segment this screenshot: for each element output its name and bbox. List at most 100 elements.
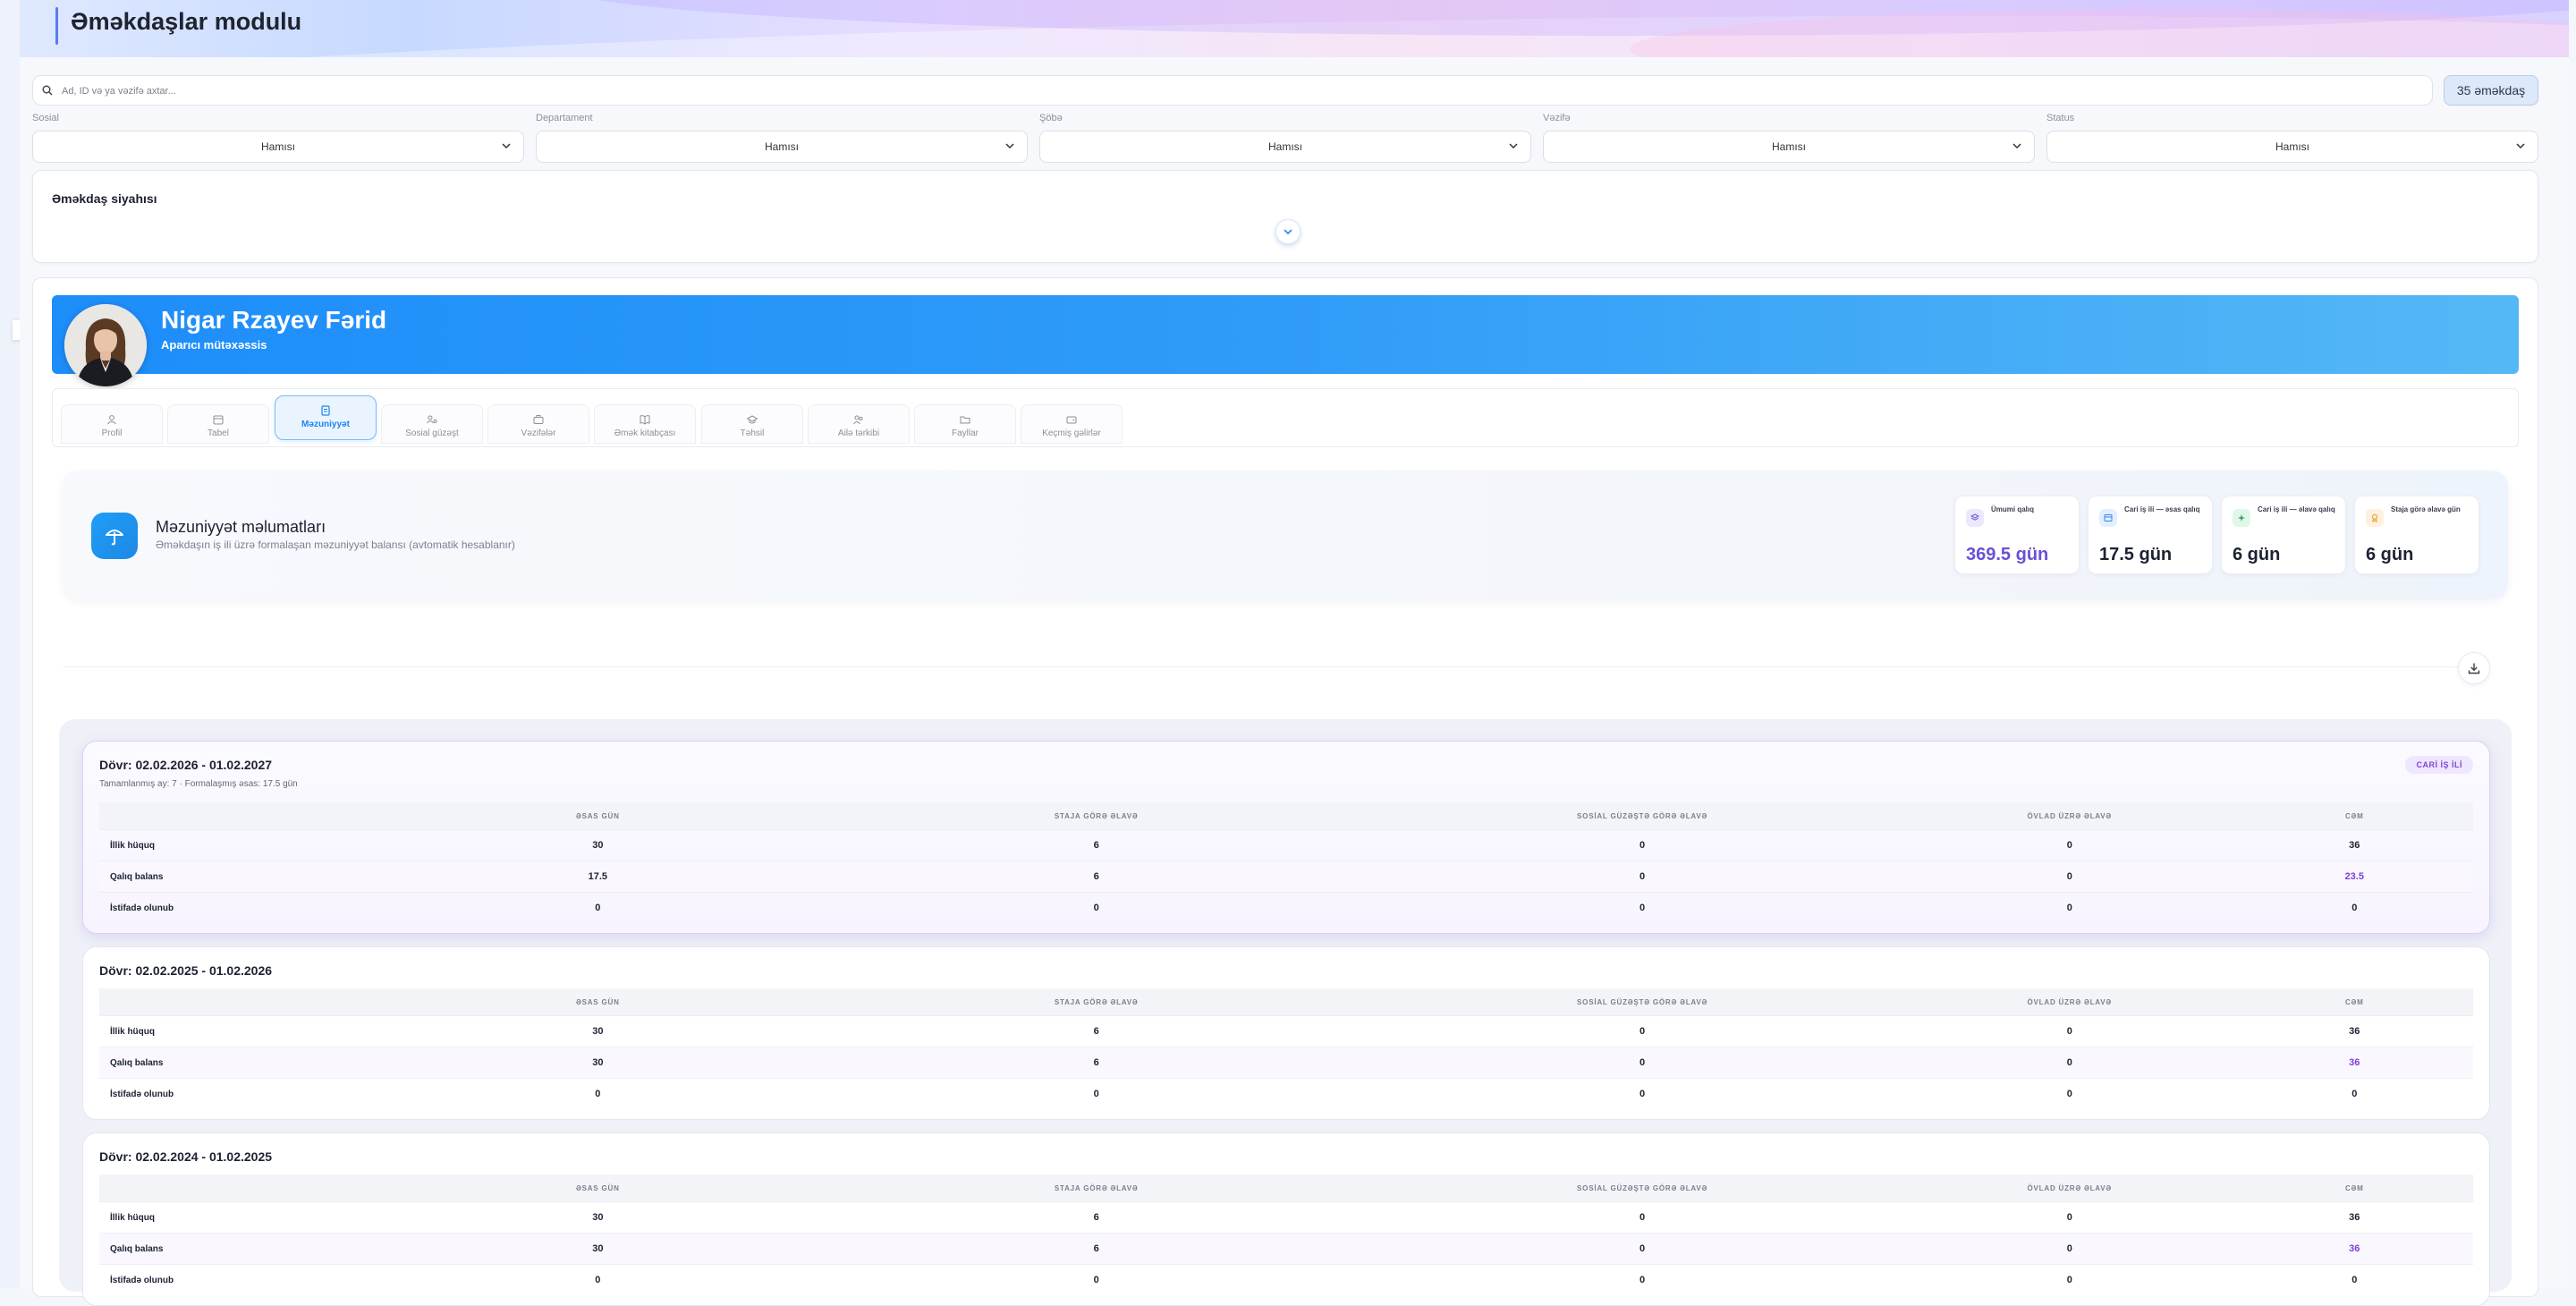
tab-4[interactable]: Vəzifələr bbox=[487, 404, 589, 444]
sidebar-strip bbox=[0, 0, 20, 1288]
filter-label: Status bbox=[2046, 113, 2075, 123]
umbrella-icon bbox=[106, 530, 123, 546]
tab-7[interactable]: Ailə tərkibi bbox=[808, 404, 910, 444]
table-cell: 6 bbox=[811, 1047, 1382, 1079]
table-cell: 0 bbox=[1381, 1015, 1904, 1047]
filter-select[interactable]: Hamısı bbox=[536, 131, 1028, 163]
table-cell: 30 bbox=[384, 1047, 812, 1079]
tab-label: Fayllar bbox=[951, 428, 979, 438]
table-cell: 0 bbox=[1903, 829, 2236, 861]
filter-select[interactable]: Hamısı bbox=[1039, 131, 1531, 163]
stat-value: 369.5 gün bbox=[1966, 545, 2049, 564]
column-header bbox=[99, 802, 385, 830]
award-icon bbox=[2366, 509, 2384, 527]
filter-select[interactable]: Hamısı bbox=[2046, 131, 2538, 163]
leave-table: ƏSAS GÜN STAJA GÖRƏ ƏLAVƏ SOSİAL GÜZƏŞTƏ G… bbox=[99, 1175, 2473, 1295]
download-icon bbox=[2468, 663, 2480, 674]
table-row: Qalıq balans 30 6 0 0 36 bbox=[99, 1047, 2473, 1079]
tab-label: Təhsil bbox=[740, 428, 765, 438]
table-cell: 36 bbox=[2235, 1015, 2473, 1047]
tab-5[interactable]: Əmək kitabçası bbox=[594, 404, 696, 444]
table-cell: 0 bbox=[2235, 1264, 2473, 1295]
table-cell: 30 bbox=[384, 1015, 812, 1047]
expand-list-button[interactable] bbox=[1275, 219, 1301, 244]
tab-label: Məzuniyyət bbox=[301, 420, 350, 429]
table-cell: 17.5 bbox=[384, 861, 812, 893]
tab-6[interactable]: Təhsil bbox=[701, 404, 803, 444]
chevron-down-icon bbox=[2012, 143, 2021, 149]
book-icon bbox=[640, 415, 650, 425]
table-cell: 0 bbox=[1381, 1047, 1904, 1079]
tab-label: Vəzifələr bbox=[521, 428, 556, 438]
table-cell: 36 bbox=[2235, 1201, 2473, 1234]
search-field[interactable] bbox=[32, 75, 2433, 106]
table-row: Qalıq balans 30 6 0 0 36 bbox=[99, 1233, 2473, 1265]
table-cell: 0 bbox=[1903, 1078, 2236, 1109]
stat-card-2: Cari iş ili — əlavə qalıq 6 gün bbox=[2221, 496, 2346, 574]
current-year-badge: CARİ İŞ İLİ bbox=[2405, 756, 2473, 774]
filter-select[interactable]: Hamısı bbox=[1543, 131, 2035, 163]
stat-value: 6 gün bbox=[2366, 545, 2414, 564]
calendar-icon bbox=[213, 415, 224, 425]
tab-8[interactable]: Fayllar bbox=[914, 404, 1016, 444]
tab-label: Tabel bbox=[208, 428, 229, 438]
period-title: Dövr: 02.02.2025 - 01.02.2026 bbox=[99, 963, 273, 978]
row-label: İllik hüquq bbox=[99, 1201, 385, 1234]
stat-card-3: Staja görə əlavə gün 6 gün bbox=[2354, 496, 2479, 574]
row-label: Qalıq balans bbox=[99, 861, 385, 893]
column-header: CƏM bbox=[2235, 802, 2473, 830]
period-title: Dövr: 02.02.2024 - 01.02.2025 bbox=[99, 1149, 273, 1164]
leave-table: ƏSAS GÜN STAJA GÖRƏ ƏLAVƏ SOSİAL GÜZƏŞTƏ G… bbox=[99, 802, 2473, 923]
tab-2[interactable]: Məzuniyyət bbox=[275, 395, 377, 440]
filter-2: Şöbə Hamısı bbox=[1039, 113, 1531, 163]
download-button[interactable] bbox=[2458, 652, 2490, 684]
filter-select[interactable]: Hamısı bbox=[32, 131, 524, 163]
table-cell: 0 bbox=[384, 1264, 812, 1295]
table-cell: 0 bbox=[384, 892, 812, 923]
stat-label: Cari iş ili — əlavə qalıq bbox=[2258, 505, 2335, 513]
table-row: İllik hüquq 30 6 0 0 36 bbox=[99, 1201, 2473, 1234]
table-row: İllik hüquq 30 6 0 0 36 bbox=[99, 1015, 2473, 1047]
table-cell: 0 bbox=[1381, 1201, 1904, 1234]
table-cell: 0 bbox=[1903, 861, 2236, 893]
table-cell: 0 bbox=[1381, 1233, 1904, 1265]
table-cell: 0 bbox=[2235, 1078, 2473, 1109]
filter-1: Departament Hamısı bbox=[536, 113, 1028, 163]
column-header: SOSİAL GÜZƏŞTƏ GÖRƏ ƏLAVƏ bbox=[1381, 802, 1904, 830]
table-cell: 0 bbox=[1381, 829, 1904, 861]
row-label: Qalıq balans bbox=[99, 1233, 385, 1265]
column-header: SOSİAL GÜZƏŞTƏ GÖRƏ ƏLAVƏ bbox=[1381, 988, 1904, 1016]
filter-value: Hamısı bbox=[1771, 140, 1806, 153]
table-cell: 23.5 bbox=[2235, 861, 2473, 893]
employee-count-badge: 35 əməkdaş bbox=[2444, 75, 2538, 106]
employee-list-title: Əməkdaş siyahısı bbox=[52, 191, 157, 206]
filter-4: Status Hamısı bbox=[2046, 113, 2538, 163]
tab-9[interactable]: Keçmiş gəlirlər bbox=[1021, 404, 1123, 444]
stat-label: Ümumi qalıq bbox=[1991, 505, 2035, 513]
tab-3[interactable]: Sosial güzəşt bbox=[381, 404, 483, 444]
row-label: Qalıq balans bbox=[99, 1047, 385, 1079]
table-cell: 30 bbox=[384, 829, 812, 861]
row-label: İstifadə olunub bbox=[99, 1078, 385, 1109]
table-cell: 6 bbox=[811, 1233, 1382, 1265]
tab-label: Sosial güzəşt bbox=[405, 428, 459, 438]
table-cell: 0 bbox=[811, 1078, 1382, 1109]
column-header: ƏSAS GÜN bbox=[384, 1175, 812, 1202]
row-label: İllik hüquq bbox=[99, 829, 385, 861]
calendar-icon bbox=[2099, 509, 2117, 527]
table-row: İstifadə olunub 0 0 0 0 0 bbox=[99, 1264, 2473, 1295]
row-label: İstifadə olunub bbox=[99, 1264, 385, 1295]
tab-1[interactable]: Tabel bbox=[167, 404, 269, 444]
chevron-down-icon bbox=[2516, 143, 2525, 149]
search-input[interactable] bbox=[60, 80, 2389, 103]
tab-0[interactable]: Profil bbox=[61, 404, 163, 444]
table-row: İllik hüquq 30 6 0 0 36 bbox=[99, 829, 2473, 861]
period-card: Dövr: 02.02.2026 - 01.02.2027 Tamamlanmış… bbox=[82, 741, 2490, 934]
filter-value: Hamısı bbox=[764, 140, 799, 153]
table-cell: 6 bbox=[811, 861, 1382, 893]
folder-icon bbox=[960, 416, 970, 424]
title-accent-bar bbox=[55, 7, 58, 45]
filter-label: Sosial bbox=[32, 113, 59, 123]
tab-label: Profil bbox=[101, 428, 123, 438]
period-meta: Tamamlanmış ay: 7 · Formalaşmış əsas: 17… bbox=[99, 779, 298, 789]
